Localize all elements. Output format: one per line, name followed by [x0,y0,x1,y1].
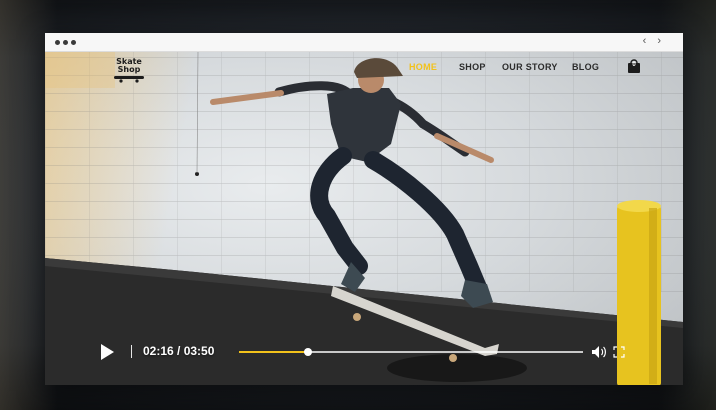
logo-text-line2: Shop [117,65,141,74]
progress-fill [239,351,308,353]
progress-thumb[interactable] [303,348,312,356]
video-controls: 02:16 / 03:50 [45,334,683,370]
playback-time: 02:16 / 03:50 [143,344,215,358]
window-dot-icon [71,40,76,45]
cart-button[interactable]: 0 [627,58,641,74]
skateboard-logo-icon [114,76,144,83]
browser-nav-arrows[interactable]: ‹ › [643,35,665,47]
nav-home[interactable]: HOME [409,62,437,72]
volume-icon [592,346,606,358]
cart-count: 0 [632,62,636,68]
site-header: Skate Shop HOME SHOP OUR STORY BLOG 0 [45,52,683,88]
play-button[interactable] [99,343,115,361]
browser-window: ‹ › Skate Shop HOME SHOP OUR STORY BLOG … [45,33,683,385]
window-dot-icon [55,40,60,45]
volume-button[interactable] [591,344,607,360]
play-icon [101,344,114,360]
progress-bar[interactable] [239,348,583,356]
browser-chrome: ‹ › [45,33,683,52]
nav-blog[interactable]: BLOG [572,62,599,72]
nav-shop[interactable]: SHOP [459,62,486,72]
fullscreen-icon [613,346,625,358]
site-logo[interactable]: Skate Shop [107,58,151,84]
controls-divider [131,345,132,358]
hero-video[interactable]: Skate Shop HOME SHOP OUR STORY BLOG 0 02… [45,52,683,385]
window-dot-icon [63,40,68,45]
fullscreen-button[interactable] [613,345,625,358]
nav-our-story[interactable]: OUR STORY [502,62,558,72]
